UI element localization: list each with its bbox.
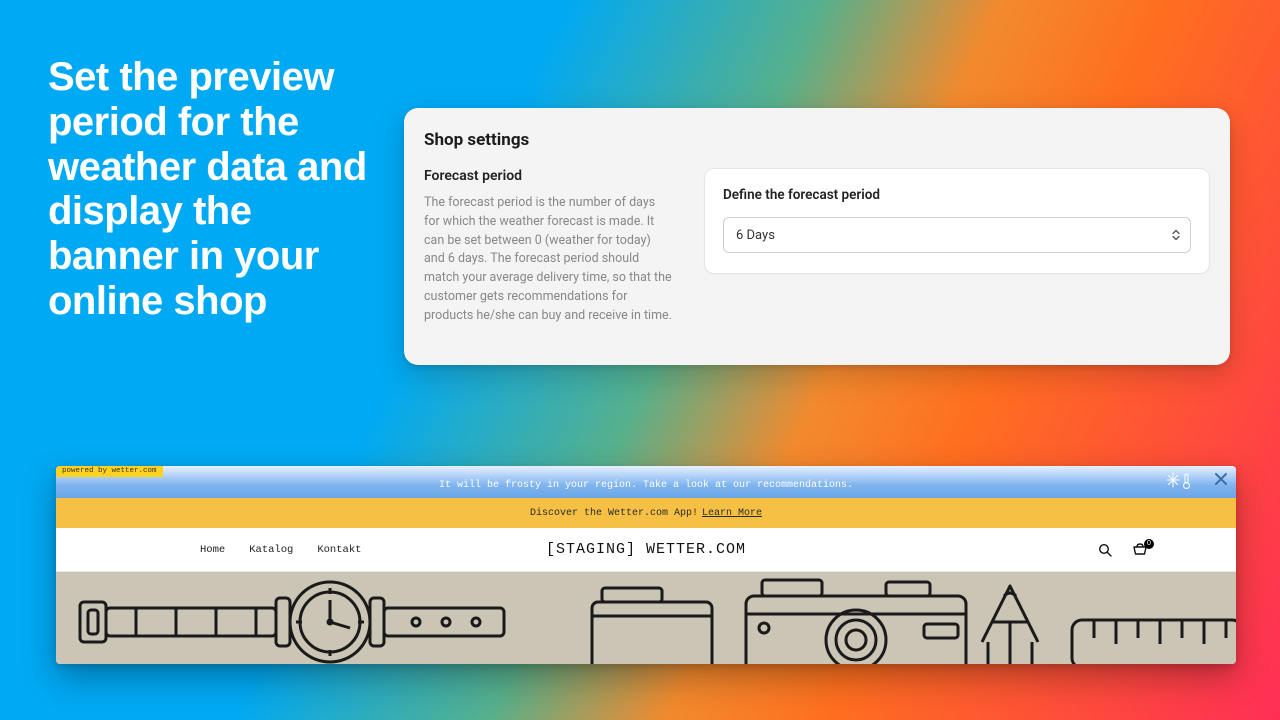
nav-link-home[interactable]: Home [200, 544, 225, 556]
forecast-period-select[interactable]: 6 Days [723, 217, 1191, 253]
forecast-period-value: 6 Days [736, 228, 775, 243]
hero-image-strip [56, 572, 1236, 664]
define-forecast-label: Define the forecast period [723, 187, 1191, 203]
camera-illustration [586, 574, 986, 664]
card-title: Shop settings [424, 130, 1210, 150]
weather-message: It will be frosty in your region. Take a… [439, 480, 853, 491]
forecast-period-description: The forecast period is the number of day… [424, 194, 674, 325]
shop-settings-card: Shop settings Forecast period The foreca… [404, 108, 1230, 365]
weather-banner: It will be frosty in your region. Take a… [56, 466, 1236, 498]
promo-learn-more-link[interactable]: Learn More [702, 508, 762, 519]
stationery-illustration [962, 572, 1236, 664]
search-icon[interactable] [1098, 543, 1112, 557]
nav-link-katalog[interactable]: Katalog [249, 544, 293, 556]
page-headline: Set the preview period for the weather d… [48, 55, 378, 324]
cart-count-badge: 0 [1144, 539, 1154, 549]
nav-link-kontakt[interactable]: Kontakt [317, 544, 361, 556]
promo-banner: Discover the Wetter.com App! Learn More [56, 498, 1236, 528]
close-banner-button[interactable] [1214, 472, 1228, 486]
forecast-period-label: Forecast period [424, 168, 674, 184]
site-navbar: Home Katalog Kontakt [STAGING] WETTER.CO… [56, 528, 1236, 572]
wristwatch-illustration [76, 578, 516, 664]
cart-button[interactable]: 0 [1132, 543, 1148, 557]
snowflake-thermometer-icon [1166, 472, 1192, 494]
storefront-preview: powered by wetter.com It will be frosty … [56, 466, 1236, 664]
forecast-period-panel: Define the forecast period 6 Days [704, 168, 1210, 274]
promo-text: Discover the Wetter.com App! [530, 508, 698, 519]
select-arrows-icon [1172, 230, 1180, 241]
powered-by-badge: powered by wetter.com [56, 466, 163, 477]
